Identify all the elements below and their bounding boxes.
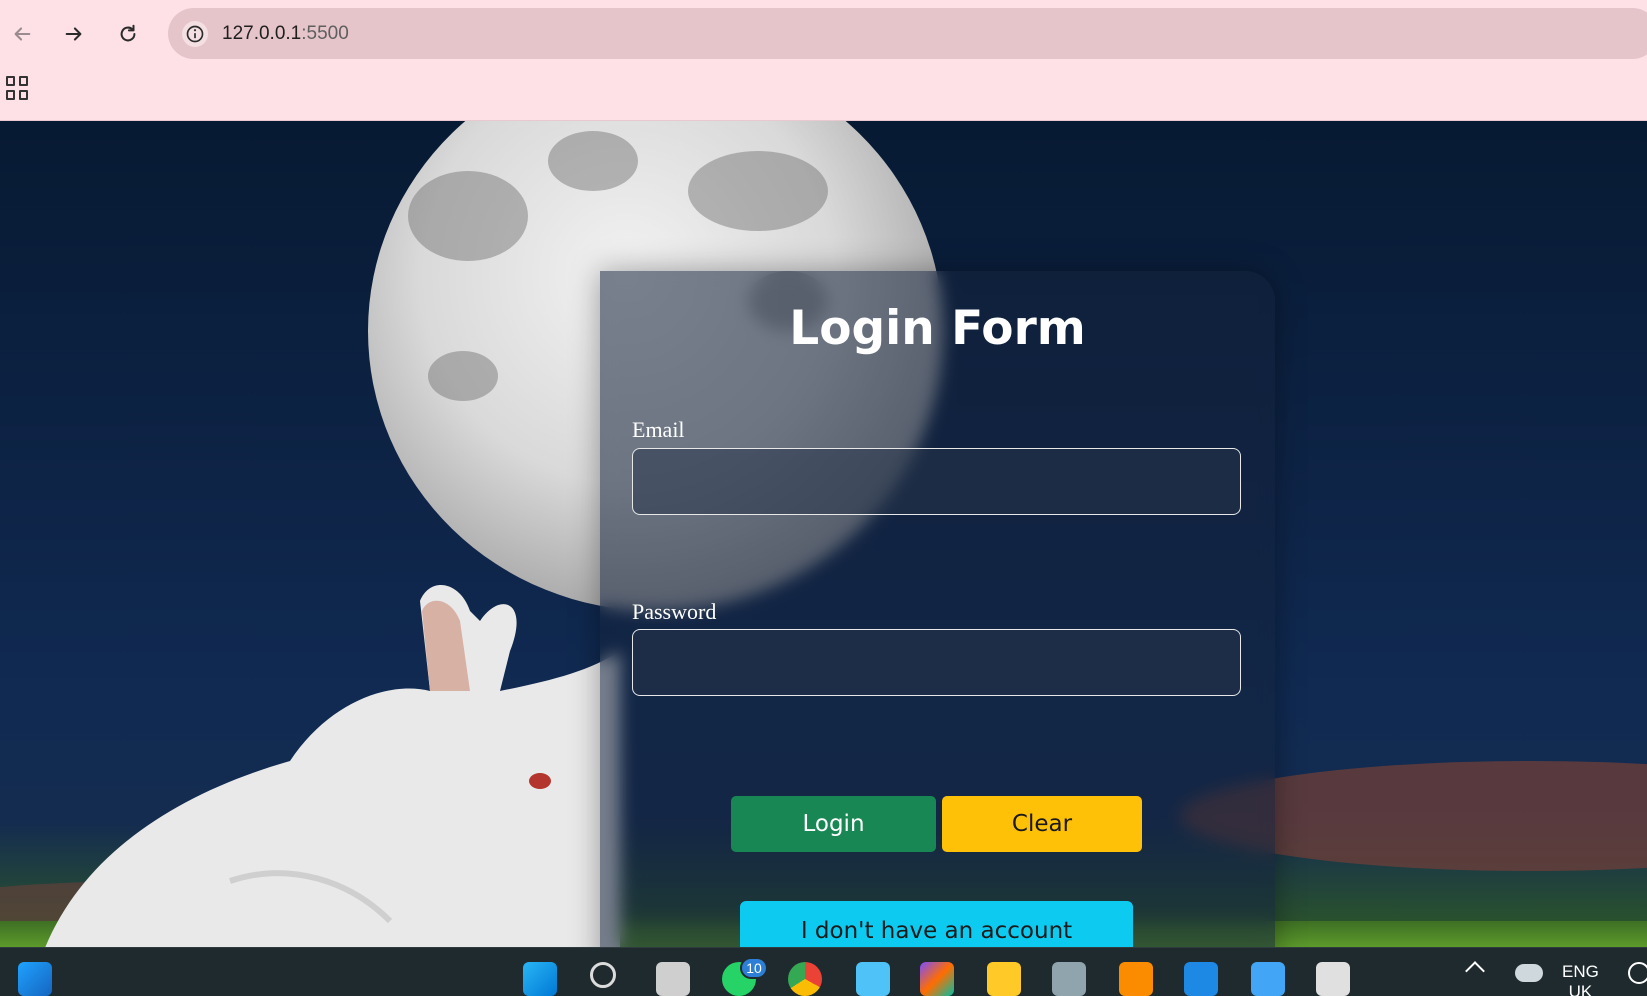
apps-icon[interactable] — [6, 76, 30, 100]
chrome-icon[interactable] — [788, 962, 822, 996]
forward-icon[interactable] — [56, 16, 92, 52]
vscode-icon[interactable] — [1184, 962, 1218, 996]
photos-icon[interactable] — [1251, 962, 1285, 996]
language-indicator[interactable]: ENG UK — [1562, 962, 1599, 996]
clear-button[interactable]: Clear — [942, 796, 1142, 852]
white-rabbit-image — [45, 585, 620, 947]
task-view-icon[interactable] — [656, 962, 690, 996]
url-host: 127.0.0.1 — [222, 22, 302, 44]
widgets-icon[interactable] — [18, 962, 52, 996]
no-account-button[interactable]: I don't have an account — [740, 901, 1133, 947]
notification-badge: 10 — [740, 957, 768, 979]
email-label: Email — [632, 417, 685, 442]
chevron-up-icon[interactable] — [1465, 961, 1485, 981]
url-port: :5500 — [301, 22, 349, 44]
cloud-icon[interactable] — [1515, 964, 1543, 982]
windows-start-icon[interactable] — [523, 962, 557, 996]
reload-icon[interactable] — [110, 16, 146, 52]
login-card: Login Form Email Password Login Clear I … — [600, 271, 1275, 947]
password-field[interactable] — [632, 629, 1241, 696]
globe-icon[interactable] — [1628, 962, 1647, 984]
copilot-icon[interactable] — [920, 962, 954, 996]
site-info-icon[interactable] — [182, 20, 208, 47]
xampp-icon[interactable] — [1119, 962, 1153, 996]
password-label: Password — [632, 599, 717, 624]
snipping-tool-icon[interactable] — [1316, 962, 1350, 996]
file-explorer-icon[interactable] — [987, 962, 1021, 996]
form-title: Login Form — [789, 301, 1086, 356]
email-field[interactable] — [632, 448, 1241, 515]
url-text: 127.0.0.1:5500 — [222, 23, 349, 45]
taskbar — [0, 947, 1647, 996]
login-button[interactable]: Login — [731, 796, 936, 852]
back-icon[interactable] — [4, 16, 40, 52]
search-icon[interactable] — [590, 962, 616, 988]
virtualbox-icon[interactable] — [1052, 962, 1086, 996]
browser-toolbar: 127.0.0.1:5500 — [0, 0, 1647, 121]
address-bar[interactable]: 127.0.0.1:5500 — [168, 8, 1647, 59]
language-region: UK — [1568, 982, 1593, 996]
language-code: ENG — [1562, 962, 1599, 981]
page-viewport: Login Form Email Password Login Clear I … — [0, 121, 1647, 947]
notepad-icon[interactable] — [856, 962, 890, 996]
